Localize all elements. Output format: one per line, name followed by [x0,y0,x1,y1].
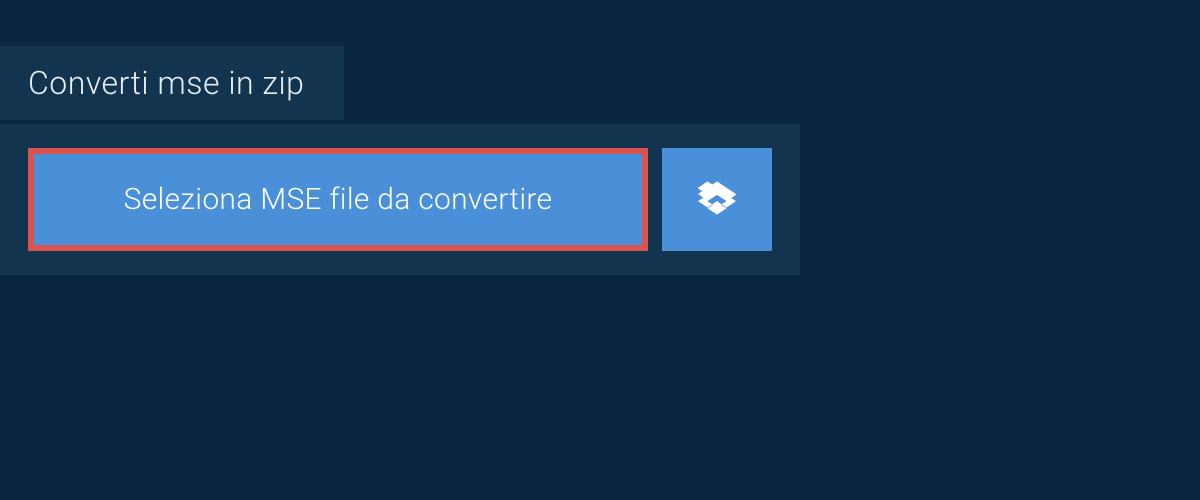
select-file-button[interactable]: Seleziona MSE file da convertire [28,148,648,251]
tab-convert-mse-zip[interactable]: Converti mse in zip [0,46,344,120]
tab-bar: Converti mse in zip [0,46,344,120]
select-file-label: Seleziona MSE file da convertire [124,182,553,217]
tab-title: Converti mse in zip [28,64,304,102]
dropbox-button[interactable] [662,148,772,251]
upload-panel: Seleziona MSE file da convertire [0,124,800,275]
dropbox-icon [698,179,736,221]
